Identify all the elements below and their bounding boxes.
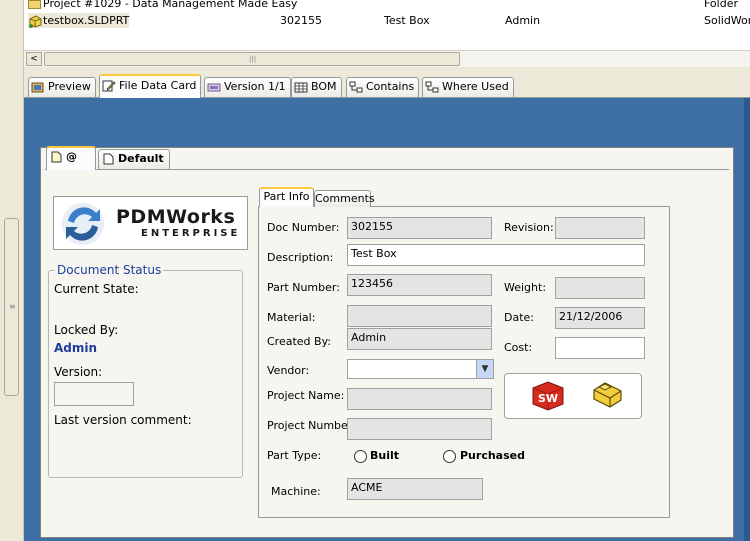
project-name-label: Project Name:	[267, 389, 345, 402]
version-label: Version:	[54, 365, 103, 379]
list-cell-description: Test Box	[384, 14, 430, 27]
tree-icon	[349, 81, 363, 93]
created-by-field: Admin	[347, 328, 492, 350]
card-tab-label: @	[66, 150, 77, 163]
version-icon	[207, 83, 221, 92]
horizontal-scrollbar[interactable]: < |||	[24, 50, 750, 67]
scroll-left-button[interactable]: <	[26, 52, 42, 66]
part-number-field: 123456	[347, 274, 492, 296]
part-number-label: Part Number:	[267, 281, 340, 294]
tab-comments[interactable]: Comments	[314, 190, 375, 207]
revision-label: Revision:	[504, 221, 554, 234]
machine-label: Machine:	[271, 485, 321, 498]
tab-file-data-card[interactable]: File Data Card	[99, 74, 202, 98]
list-cell-type: Folder	[704, 0, 738, 10]
card-tab-default[interactable]: Default	[98, 149, 170, 169]
document-icon	[103, 153, 114, 165]
logo-subtext: Enterprise	[141, 228, 241, 239]
file-list: Project #1029 - Data Management Made Eas…	[24, 0, 750, 50]
doc-number-field: 302155	[347, 217, 492, 239]
tab-contains[interactable]: Contains	[346, 77, 420, 97]
grip-icon: ≡	[9, 302, 16, 311]
part-icon[interactable]	[591, 378, 625, 412]
preview-icon	[31, 82, 44, 93]
cost-label: Cost:	[504, 341, 533, 354]
part-type-label: Part Type:	[267, 449, 322, 462]
built-radio[interactable]	[354, 450, 367, 463]
list-row-project[interactable]: Project #1029 - Data Management Made Eas…	[24, 0, 750, 12]
grip-icon: |||	[249, 55, 257, 63]
card-tab-label: Default	[118, 152, 164, 165]
tab-label: Preview	[48, 80, 91, 93]
purchased-radio[interactable]	[443, 450, 456, 463]
tab-label: Version 1/1	[224, 80, 286, 93]
solidworks-icon[interactable]: SW	[531, 380, 565, 412]
logo-text: PDMWorks	[116, 206, 236, 228]
date-field: 21/12/2006	[555, 307, 645, 329]
project-number-label: Project Number:	[267, 419, 356, 432]
vendor-label: Vendor:	[267, 364, 310, 377]
tab-where-used[interactable]: Where Used	[422, 77, 514, 97]
built-radio-label[interactable]: Built	[370, 449, 399, 462]
tab-label: Where Used	[442, 80, 509, 93]
locked-by-value: Admin	[54, 341, 98, 355]
edit-card-icon	[102, 80, 116, 92]
view-tabbar: Preview File Data Card Version 1/1 BOM C…	[24, 74, 750, 98]
weight-label: Weight:	[504, 281, 547, 294]
pdmworks-logo: PDMWorks Enterprise	[53, 196, 248, 250]
left-scroll-thumb[interactable]: ≡	[4, 218, 19, 396]
machine-field: ACME	[347, 478, 483, 500]
folder-icon	[28, 0, 41, 9]
version-field	[54, 382, 134, 406]
tab-preview[interactable]: Preview	[28, 77, 96, 97]
tab-bom[interactable]: BOM	[291, 77, 342, 97]
tab-label: File Data Card	[119, 79, 197, 92]
card-tab-at[interactable]: @	[46, 146, 96, 170]
doc-number-label: Doc Number:	[267, 221, 340, 234]
description-label: Description:	[267, 251, 334, 264]
weight-field	[555, 277, 645, 299]
sw-icon-text: SW	[538, 392, 558, 405]
locked-by-label: Locked By:	[54, 323, 119, 337]
tab-part-info[interactable]: Part Info	[259, 187, 314, 207]
tab-version[interactable]: Version 1/1	[204, 77, 291, 97]
card-tab-line	[45, 169, 729, 170]
list-row-testbox[interactable]: testbox.SLDPRT 302155 Test Box Admin Sol…	[24, 13, 750, 29]
pane-splitter[interactable]	[24, 67, 750, 74]
purchased-radio-label[interactable]: Purchased	[460, 449, 525, 462]
tab-label: BOM	[311, 80, 337, 93]
current-state-label: Current State:	[54, 282, 139, 296]
list-cell-type: SolidWork	[704, 14, 750, 27]
document-icon	[51, 151, 62, 163]
chevron-down-icon[interactable]: ▼	[476, 360, 493, 378]
document-status-legend: Document Status	[55, 263, 164, 277]
list-cell-name: Project #1029 - Data Management Made Eas…	[28, 0, 297, 11]
description-field[interactable]: Test Box	[347, 244, 645, 266]
list-cell-number: 302155	[280, 14, 322, 27]
list-cell-name: testbox.SLDPRT	[28, 13, 130, 28]
left-panel-scrollbar[interactable]: ≡	[0, 0, 24, 541]
pdmworks-logo-icon	[62, 203, 104, 245]
date-label: Date:	[504, 311, 534, 324]
project-number-field	[347, 418, 492, 440]
tab-label: Contains	[366, 80, 415, 93]
created-by-label: Created By:	[267, 335, 331, 348]
right-edge	[744, 98, 750, 541]
last-version-comment-label: Last version comment:	[54, 413, 192, 427]
application-icons-box: SW	[504, 373, 642, 419]
cost-field[interactable]	[555, 337, 645, 359]
tree-icon	[425, 81, 439, 93]
material-field	[347, 305, 492, 327]
revision-field	[555, 217, 645, 239]
table-icon	[294, 82, 308, 93]
vendor-select[interactable]: ▼	[347, 359, 494, 379]
list-cell-author: Admin	[505, 14, 541, 27]
project-name-field	[347, 388, 492, 410]
material-label: Material:	[267, 311, 316, 324]
part-file-icon	[29, 14, 42, 28]
horizontal-scroll-thumb[interactable]: |||	[44, 52, 460, 66]
